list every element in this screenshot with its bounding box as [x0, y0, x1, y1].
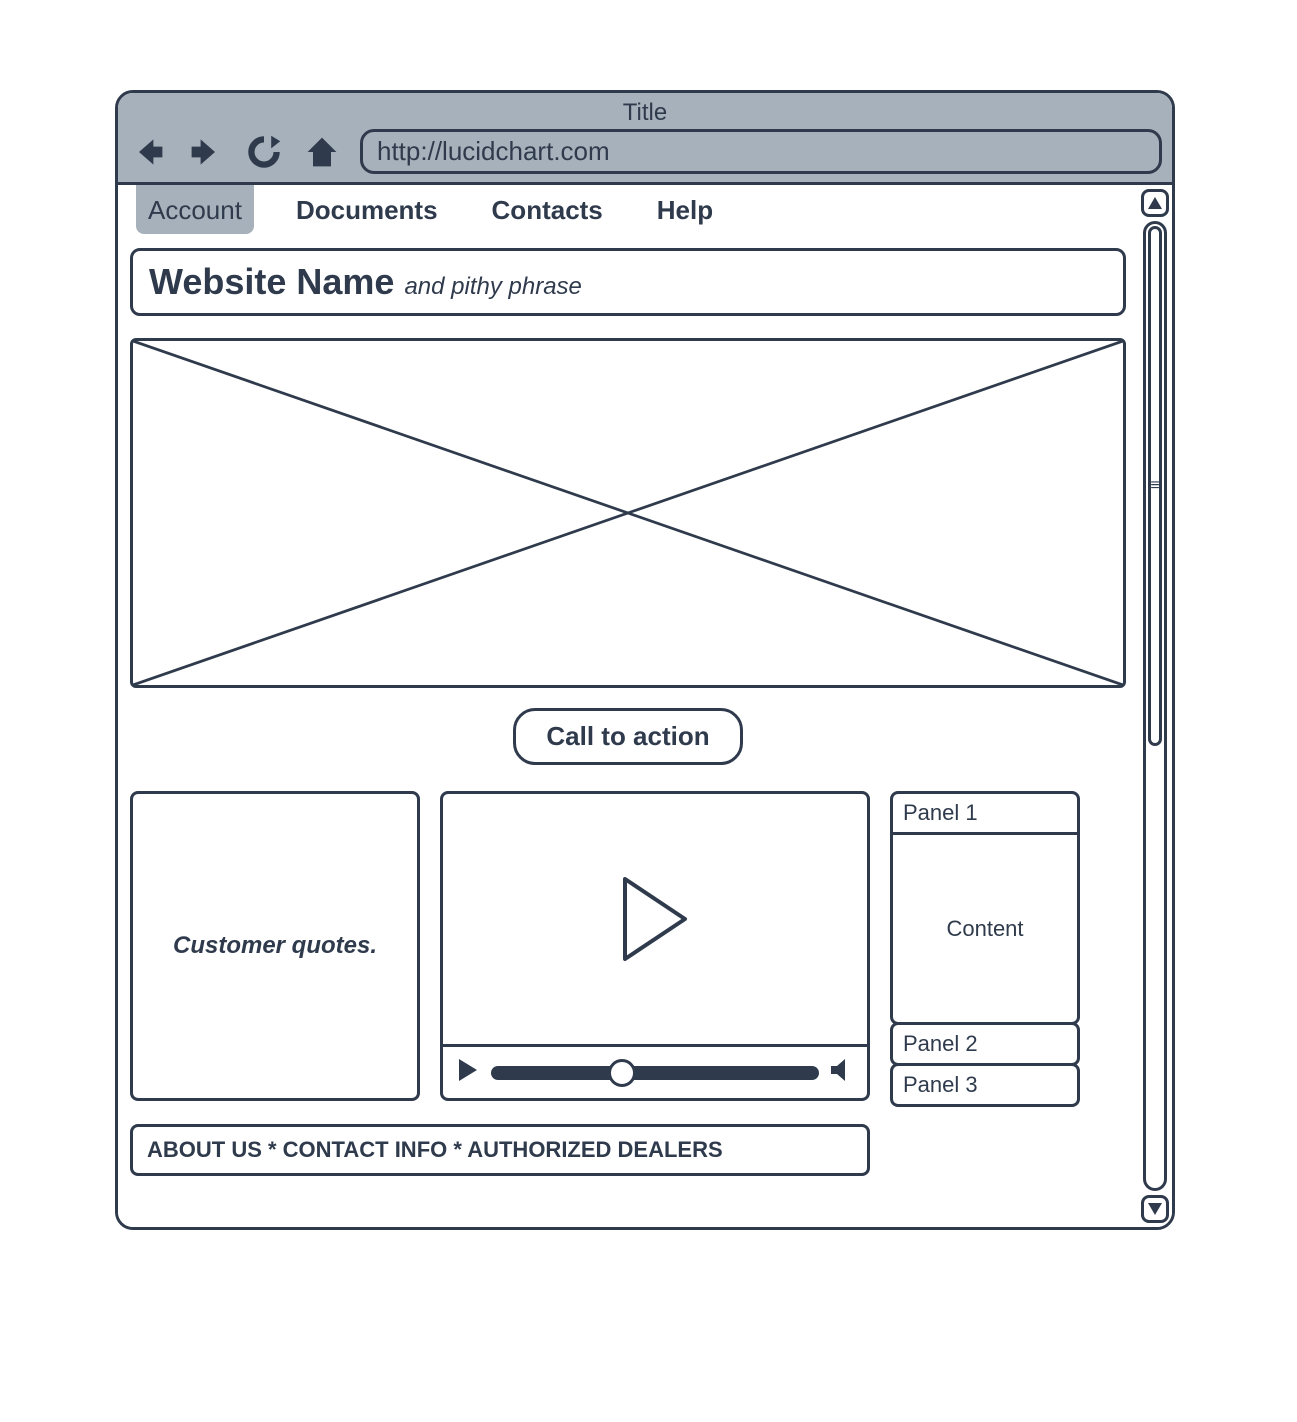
- accordion-header-2[interactable]: Panel 2: [893, 1025, 1077, 1063]
- scroll-down-button[interactable]: [1141, 1195, 1169, 1223]
- reload-icon: [246, 134, 282, 170]
- home-icon: [304, 134, 340, 170]
- browser-window: Title http://lucidchart.com Account Docu…: [115, 90, 1175, 1230]
- forward-button[interactable]: [186, 132, 226, 172]
- customer-quotes-box: Customer quotes.: [130, 791, 420, 1101]
- page-viewport: Account Documents Contacts Help Website …: [118, 185, 1138, 1227]
- hero-image-placeholder: [130, 338, 1126, 688]
- url-bar[interactable]: http://lucidchart.com: [360, 129, 1162, 174]
- back-button[interactable]: [128, 132, 168, 172]
- window-title: Title: [128, 97, 1162, 129]
- customer-quotes-text: Customer quotes.: [173, 932, 377, 960]
- accordion-panel-3: Panel 3: [890, 1063, 1080, 1107]
- back-arrow-icon: [130, 134, 166, 170]
- forward-arrow-icon: [188, 134, 224, 170]
- video-play-button[interactable]: [455, 1057, 481, 1088]
- video-controls: [443, 1044, 867, 1098]
- cta-button[interactable]: Call to action: [513, 708, 742, 765]
- scroll-up-button[interactable]: [1141, 189, 1169, 217]
- play-small-icon: [455, 1057, 481, 1083]
- accordion-content-1: Content: [893, 832, 1077, 1022]
- accordion-panel-2: Panel 2: [890, 1022, 1080, 1066]
- nav-tabs: Account Documents Contacts Help: [130, 185, 1126, 234]
- scroll-grip-icon: ≡: [1150, 477, 1159, 495]
- triangle-up-icon: [1148, 197, 1162, 209]
- scroll-thumb[interactable]: ≡: [1148, 226, 1162, 746]
- site-header: Website Name and pithy phrase: [130, 248, 1126, 316]
- video-player[interactable]: [440, 791, 870, 1101]
- accordion-header-1[interactable]: Panel 1: [893, 794, 1077, 832]
- video-stage[interactable]: [443, 794, 867, 1044]
- tab-help[interactable]: Help: [645, 185, 725, 234]
- home-button[interactable]: [302, 132, 342, 172]
- video-volume-button[interactable]: [829, 1057, 855, 1088]
- site-name: Website Name: [149, 261, 394, 303]
- triangle-down-icon: [1148, 1203, 1162, 1215]
- play-icon: [615, 874, 695, 964]
- accordion-panel-1: Panel 1 Content: [890, 791, 1080, 1025]
- video-seek-thumb[interactable]: [608, 1059, 636, 1087]
- tab-documents[interactable]: Documents: [284, 185, 450, 234]
- site-tagline: and pithy phrase: [404, 273, 581, 301]
- scroll-track[interactable]: ≡: [1143, 221, 1167, 1191]
- browser-chrome: Title http://lucidchart.com: [118, 93, 1172, 185]
- placeholder-x-icon: [133, 341, 1123, 685]
- accordion-header-3[interactable]: Panel 3: [893, 1066, 1077, 1104]
- tab-account[interactable]: Account: [136, 185, 254, 234]
- scrollbar: ≡: [1138, 185, 1172, 1227]
- footer-links[interactable]: ABOUT US * CONTACT INFO * AUTHORIZED DEA…: [130, 1124, 870, 1176]
- video-seek-track[interactable]: [491, 1066, 819, 1080]
- tab-contacts[interactable]: Contacts: [480, 185, 615, 234]
- accordion: Panel 1 Content Panel 2 Panel 3: [890, 791, 1080, 1104]
- browser-toolbar: http://lucidchart.com: [128, 129, 1162, 174]
- reload-button[interactable]: [244, 132, 284, 172]
- volume-icon: [829, 1057, 855, 1083]
